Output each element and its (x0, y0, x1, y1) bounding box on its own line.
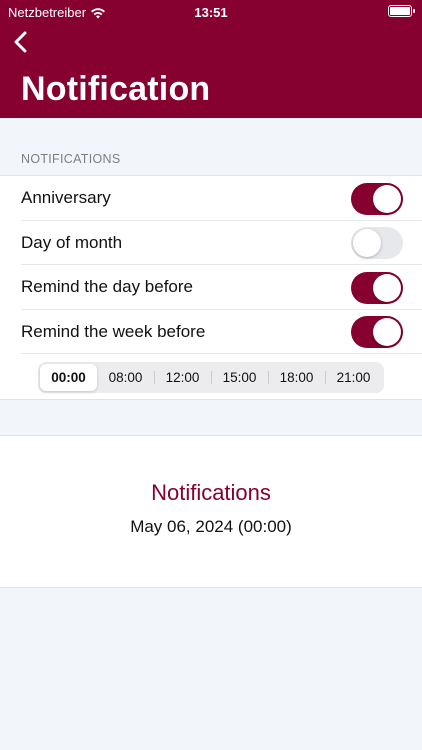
setting-row-day-of-month: Day of month (0, 221, 422, 265)
setting-row-anniversary: Anniversary (0, 176, 422, 221)
time-option-0000[interactable]: 00:00 (40, 364, 97, 391)
time-option-0800[interactable]: 08:00 (97, 364, 154, 391)
nav-header: Netzbetreiber 13:51 Notification (0, 0, 422, 118)
setting-row-day-before: Remind the day before (0, 265, 422, 310)
time-segmented-control: 00:00 08:00 12:00 15:00 18:00 21:00 (38, 362, 384, 393)
setting-label: Remind the day before (21, 277, 193, 297)
summary-date: May 06, 2024 (00:00) (130, 517, 292, 536)
status-time: 13:51 (194, 5, 228, 20)
setting-label: Anniversary (21, 188, 111, 208)
time-option-1200[interactable]: 12:00 (154, 364, 211, 391)
time-option-1800[interactable]: 18:00 (268, 364, 325, 391)
anniversary-toggle[interactable] (351, 182, 403, 215)
battery-icon (388, 5, 415, 17)
notification-summary-card: Notifications May 06, 2024 (00:00) (0, 435, 422, 588)
notification-settings-list: Anniversary Day of month Remind the day … (0, 175, 422, 400)
setting-label: Remind the week before (21, 321, 206, 341)
day-of-month-toggle[interactable] (351, 227, 403, 259)
time-option-2100[interactable]: 21:00 (325, 364, 382, 391)
time-picker-row: 00:00 08:00 12:00 15:00 18:00 21:00 (0, 354, 422, 399)
section-header: NOTIFICATIONS (21, 152, 121, 166)
week-before-toggle[interactable] (351, 316, 403, 348)
summary-title: Notifications (151, 480, 271, 505)
status-bar: Netzbetreiber 13:51 (0, 0, 422, 24)
page-title: Notification (21, 70, 211, 108)
day-before-toggle[interactable] (351, 271, 403, 304)
setting-row-week-before: Remind the week before (0, 310, 422, 354)
setting-label: Day of month (21, 232, 123, 252)
time-option-1500[interactable]: 15:00 (211, 364, 268, 391)
back-chevron-icon[interactable] (10, 29, 34, 55)
